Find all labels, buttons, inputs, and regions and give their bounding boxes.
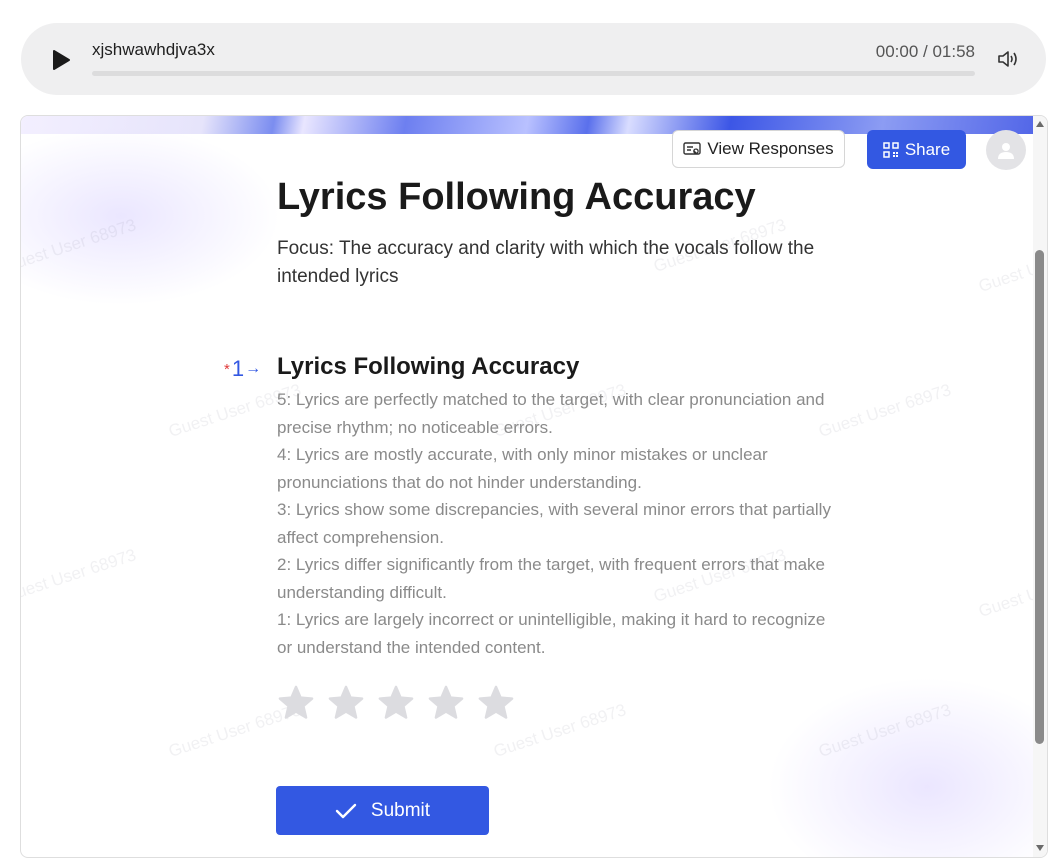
track-name: xjshwawhdjva3x [92, 40, 215, 59]
rating-criterion: 2: Lyrics differ significantly from the … [277, 555, 826, 602]
background-glow [21, 126, 281, 306]
check-icon [335, 803, 357, 818]
responses-icon [683, 142, 702, 155]
rating-criterion: 3: Lyrics show some discrepancies, with … [277, 500, 831, 547]
progress-bar[interactable] [92, 71, 975, 76]
question-title: Lyrics Following Accuracy [277, 353, 580, 380]
question-description: 5: Lyrics are perfectly matched to the t… [277, 386, 837, 661]
audio-player: xjshwawhdjva3x 00:00 / 01:58 [21, 23, 1046, 95]
play-icon[interactable] [51, 49, 71, 71]
form-panel: Guest User 68973 Guest User 68973 Guest … [20, 115, 1048, 858]
time-display: 00:00 / 01:58 [875, 42, 975, 61]
view-responses-button[interactable]: View Responses [672, 130, 845, 168]
scrollbar-thumb[interactable] [1035, 250, 1044, 744]
scroll-down-arrow-icon[interactable] [1036, 845, 1044, 851]
star-icon[interactable] [477, 684, 515, 722]
scroll-up-arrow-icon[interactable] [1036, 121, 1044, 127]
view-responses-label: View Responses [707, 139, 834, 158]
submit-label: Submit [370, 799, 431, 821]
user-icon [998, 143, 1014, 159]
star-icon[interactable] [427, 684, 465, 722]
star-rating [277, 684, 515, 722]
question-index: 1 [231, 356, 245, 381]
star-icon[interactable] [377, 684, 415, 722]
star-icon[interactable] [327, 684, 365, 722]
page-title: Lyrics Following Accuracy [277, 176, 756, 218]
required-mark: * [224, 360, 230, 378]
watermark: Guest User 68973 [20, 545, 139, 606]
submit-button[interactable]: Submit [276, 786, 489, 835]
rating-criterion: 5: Lyrics are perfectly matched to the t… [277, 390, 825, 437]
share-button[interactable]: Share [867, 130, 966, 169]
rating-criterion: 4: Lyrics are mostly accurate, with only… [277, 445, 768, 492]
rating-criterion: 1: Lyrics are largely incorrect or unint… [277, 610, 826, 657]
avatar[interactable] [986, 130, 1026, 170]
volume-icon[interactable] [996, 48, 1020, 70]
background-glow [767, 677, 1047, 857]
star-icon[interactable] [277, 684, 315, 722]
scrollbar[interactable] [1033, 116, 1047, 857]
arrow-right-icon: → [245, 360, 262, 377]
qr-code-icon [883, 141, 899, 158]
form-description: Focus: The accuracy and clarity with whi… [277, 238, 815, 287]
question-number: * 1 → [224, 356, 261, 382]
share-label: Share [904, 139, 951, 159]
